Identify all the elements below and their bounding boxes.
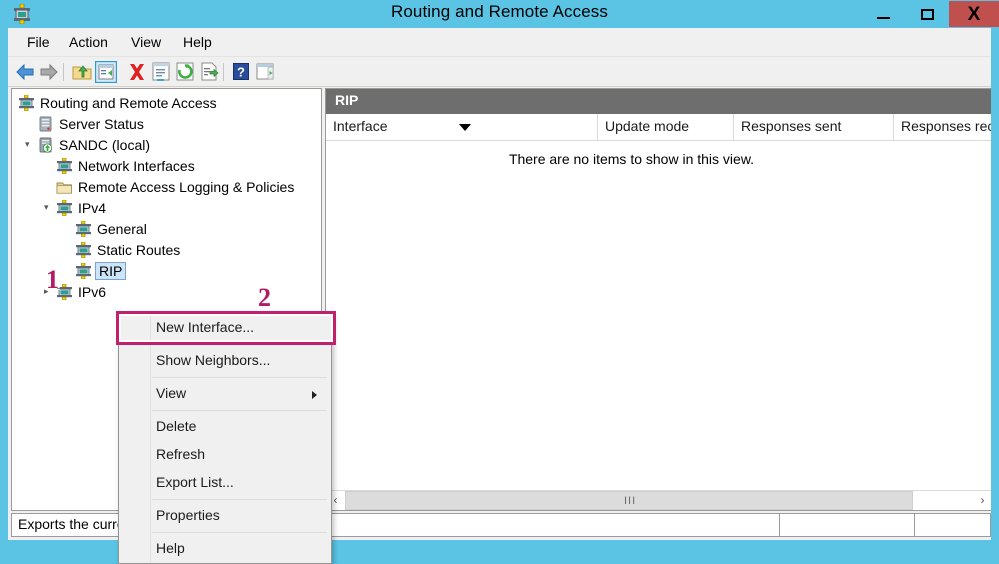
tree-node-label: Static Routes	[97, 241, 181, 258]
toolbar-separator-2	[223, 63, 224, 81]
tree-node-label: Server Status	[59, 115, 144, 132]
tree-expander-ipv4[interactable]: ▾	[44, 202, 54, 212]
tree-node-static-routes[interactable]: Static Routes	[75, 239, 180, 260]
context-menu-item-properties[interactable]: Properties	[119, 502, 331, 530]
show-hide-console-tree-icon[interactable]	[94, 60, 118, 84]
annotation-marker-1: 1	[46, 265, 59, 294]
context-menu[interactable]: New Interface... Show Neighbors... View …	[116, 311, 336, 564]
column-header-update-mode[interactable]: Update mode	[598, 114, 734, 140]
menu-file[interactable]: File	[18, 32, 59, 53]
context-menu-separator	[152, 410, 327, 411]
context-menu-separator	[152, 499, 327, 500]
context-menu-separator	[152, 532, 327, 533]
minimize-button[interactable]	[861, 1, 905, 27]
application-window: Routing and Remote Access X File Action …	[0, 0, 999, 564]
menu-action[interactable]: Action	[60, 32, 117, 53]
folder-icon	[56, 179, 73, 195]
router-icon	[56, 199, 73, 216]
tree-node-label: Network Interfaces	[78, 157, 195, 174]
annotation-marker-2: 2	[258, 283, 271, 312]
horizontal-scrollbar[interactable]: ‹ III ›	[326, 490, 991, 510]
tree-node-label: Remote Access Logging & Policies	[78, 178, 295, 195]
context-menu-item-delete[interactable]: Delete	[119, 413, 331, 441]
router-icon	[18, 94, 35, 111]
show-hide-action-pane-icon[interactable]	[254, 61, 276, 83]
tree-node-label: General	[97, 220, 147, 237]
tree-node-network-interfaces[interactable]: Network Interfaces	[56, 155, 195, 176]
tree-node-remote-access-logging-and-policies[interactable]: Remote Access Logging & Policies	[56, 176, 294, 197]
tree-node-label: IPv4	[78, 199, 107, 216]
context-menu-separator	[152, 377, 327, 378]
empty-list-message: There are no items to show in this view.	[508, 151, 755, 167]
tree-node-routing-and-remote-access[interactable]: Routing and Remote Access	[18, 92, 217, 113]
context-menu-item-help[interactable]: Help	[119, 535, 331, 563]
tree-node-general[interactable]: General	[75, 218, 147, 239]
back-icon[interactable]	[14, 61, 36, 83]
tree-node-sandc-local[interactable]: SANDC (local)	[37, 134, 150, 155]
router-icon	[56, 157, 73, 174]
context-menu-item-label: View	[156, 385, 187, 401]
tree-expander-sandc[interactable]: ▾	[25, 139, 35, 149]
context-menu-item-new-interface[interactable]: New Interface...	[119, 314, 331, 342]
server-icon	[37, 116, 54, 132]
export-list-icon[interactable]	[198, 61, 220, 83]
column-header-responses-received[interactable]: Responses rec	[894, 114, 991, 140]
context-menu-item-export-list[interactable]: Export List...	[119, 469, 331, 497]
window-title: Routing and Remote Access	[390, 2, 608, 21]
list-view-title: RIP	[326, 89, 991, 114]
tree-node-label: SANDC (local)	[59, 136, 151, 153]
router-icon	[75, 220, 92, 237]
sort-descending-icon	[459, 124, 471, 131]
maximize-icon	[920, 8, 934, 20]
scrollbar-thumb[interactable]: III	[345, 491, 913, 510]
list-view-pane: RIP Interface Update mode Responses sent…	[325, 88, 991, 511]
title-bar: Routing and Remote Access X	[0, 0, 999, 28]
tree-node-ipv6[interactable]: IPv6	[56, 281, 106, 302]
tree-node-ipv4[interactable]: IPv4	[56, 197, 106, 218]
close-icon: X	[967, 3, 981, 25]
tree-node-server-status[interactable]: Server Status	[37, 113, 144, 134]
router-icon	[75, 241, 92, 258]
forward-icon[interactable]	[38, 61, 60, 83]
tree-node-label: Routing and Remote Access	[40, 94, 217, 111]
toolbar-separator	[63, 63, 64, 81]
menu-view[interactable]: View	[122, 32, 170, 53]
column-header-row: Interface Update mode Responses sent Res…	[326, 114, 991, 141]
minimize-icon	[876, 16, 890, 19]
maximize-button[interactable]	[905, 1, 949, 27]
menu-help[interactable]: Help	[174, 32, 221, 53]
tree-node-rip[interactable]: RIP	[75, 260, 127, 281]
server-node-icon	[37, 137, 54, 153]
submenu-arrow-icon	[312, 391, 317, 399]
properties-icon[interactable]	[150, 61, 172, 83]
tree-node-label: RIP	[95, 261, 127, 280]
delete-icon[interactable]	[126, 61, 148, 83]
up-folder-icon[interactable]	[71, 61, 93, 83]
scrollbar-grip: III	[624, 495, 637, 507]
context-menu-item-show-neighbors[interactable]: Show Neighbors...	[119, 347, 331, 375]
menu-bar: File Action View Help	[8, 28, 991, 57]
router-icon	[75, 262, 92, 279]
context-menu-item-refresh[interactable]: Refresh	[119, 441, 331, 469]
help-icon[interactable]: ?	[230, 61, 252, 83]
scroll-right-button[interactable]: ›	[973, 491, 991, 510]
context-menu-item-view[interactable]: View	[119, 380, 331, 408]
status-panel-2	[781, 514, 915, 536]
column-header-responses-sent[interactable]: Responses sent	[734, 114, 894, 140]
tree-node-label: IPv6	[78, 283, 107, 300]
close-button[interactable]: X	[949, 1, 999, 27]
tool-bar: ?	[8, 57, 991, 87]
svg-text:?: ?	[237, 65, 245, 80]
context-menu-separator	[152, 344, 327, 345]
client-area: File Action View Help ? Routing and Remo…	[8, 28, 991, 564]
refresh-icon[interactable]	[174, 61, 196, 83]
status-panel-3	[916, 514, 990, 536]
